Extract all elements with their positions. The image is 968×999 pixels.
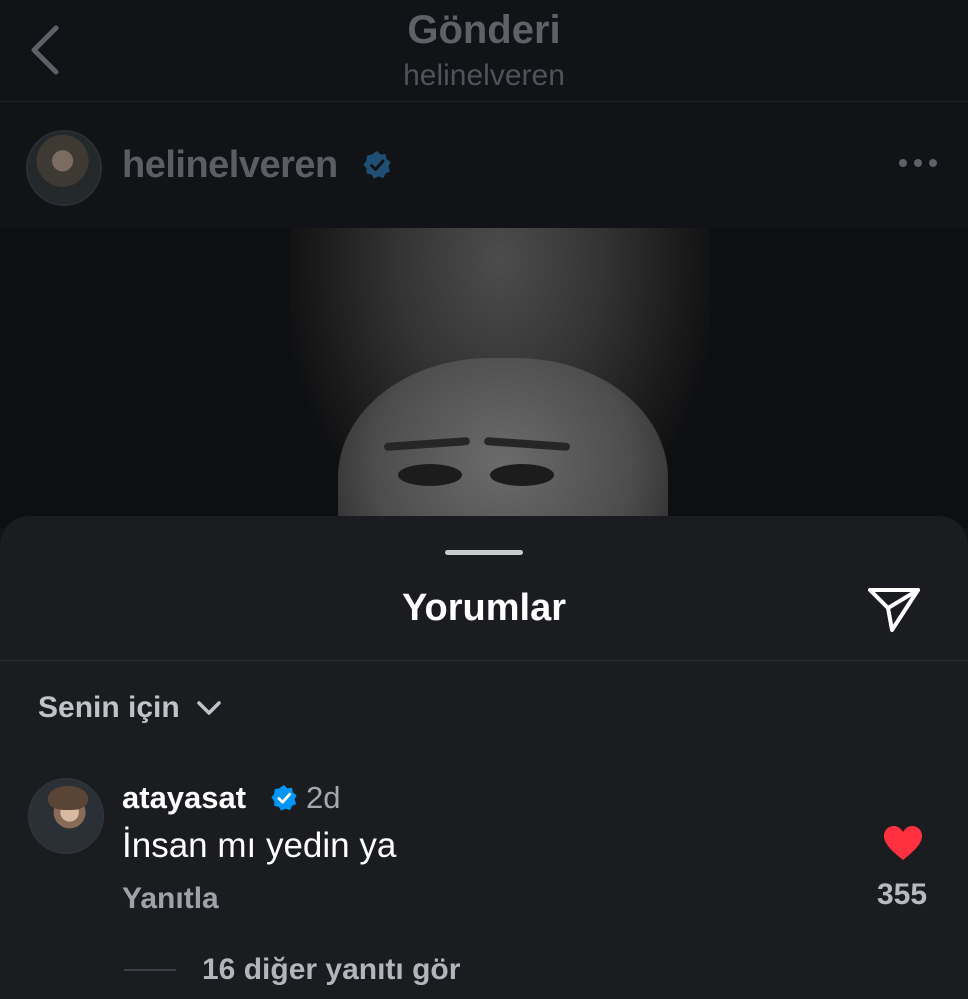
top-bar: Gönderi helinelveren <box>0 0 968 102</box>
author-avatar[interactable] <box>26 130 102 206</box>
comment-item: atayasat 2d İnsan mı yedin ya Yanıtla 35… <box>0 778 968 986</box>
heart-icon[interactable] <box>882 824 924 862</box>
sheet-grabber[interactable] <box>445 550 523 555</box>
view-more-replies-button[interactable]: 16 diğer yanıtı gör <box>124 950 460 990</box>
comment-timestamp: 2d <box>306 780 341 815</box>
portrait-eye <box>398 464 462 486</box>
replies-divider-line <box>124 969 176 971</box>
chevron-down-icon <box>196 701 221 715</box>
comment-text: İnsan mı yedin ya <box>122 826 397 865</box>
commenter-avatar[interactable] <box>28 778 104 854</box>
comment-filter-dropdown[interactable]: Senin için <box>38 688 224 728</box>
page-subtitle: helinelveren <box>403 59 565 92</box>
paper-plane-icon <box>868 588 920 632</box>
sheet-title: Yorumlar <box>401 587 566 629</box>
like-count: 355 <box>876 878 928 911</box>
portrait-eye <box>490 464 554 486</box>
verified-badge-icon <box>363 151 391 179</box>
avatar-hair <box>48 786 88 810</box>
title-block: Gönderi helinelveren <box>0 8 968 96</box>
author-username[interactable]: helinelveren <box>122 144 338 187</box>
view-replies-label: 16 diğer yanıtı gör <box>202 953 461 986</box>
page-title: Gönderi <box>407 8 561 52</box>
reply-button[interactable]: Yanıtla <box>122 882 219 916</box>
ellipsis-icon[interactable] <box>896 156 940 170</box>
post-image[interactable] <box>0 228 968 528</box>
filter-label: Senin için <box>38 691 180 724</box>
share-button[interactable] <box>864 582 924 636</box>
comments-sheet: Yorumlar Senin için atayasat 2d İnsan mı… <box>0 516 968 999</box>
post-author-row: helinelveren <box>0 120 968 216</box>
verified-badge-icon <box>271 784 297 811</box>
commenter-username[interactable]: atayasat <box>122 780 246 816</box>
sheet-divider <box>0 660 968 661</box>
